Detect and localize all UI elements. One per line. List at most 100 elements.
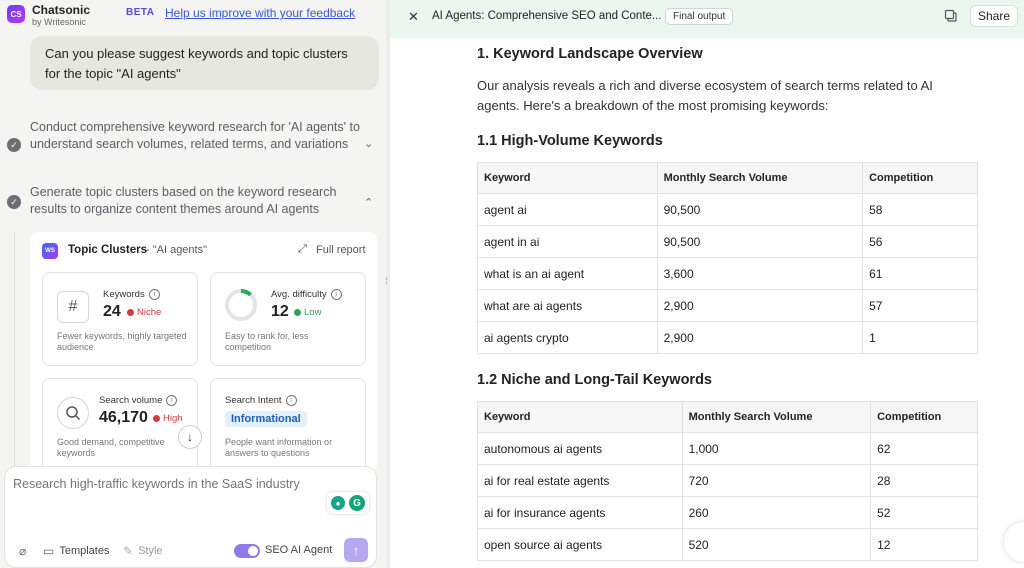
- table-cell: open source ai agents: [477, 528, 683, 561]
- chevron-up-icon[interactable]: ⌃: [364, 196, 373, 209]
- step-text: Generate topic clusters based on the key…: [30, 185, 337, 216]
- send-button[interactable]: ↑: [344, 538, 368, 562]
- chat-pane: CS Chatsonic by Writesonic BETA Help us …: [0, 0, 386, 568]
- column-header: Competition: [870, 401, 978, 433]
- column-header: Competition: [862, 162, 978, 194]
- metric-label: Keywords i: [103, 289, 160, 300]
- table-cell: 1,000: [681, 432, 872, 465]
- topic-clusters-title: Topic Clusters: [68, 244, 148, 256]
- prompt-input[interactable]: [13, 477, 333, 491]
- section-heading: 1.2 Niche and Long-Tail Keywords: [477, 372, 712, 388]
- info-icon[interactable]: i: [166, 395, 178, 406]
- close-icon[interactable]: ✕: [408, 9, 419, 25]
- section-heading: 1. Keyword Landscape Overview: [477, 46, 703, 62]
- grammarly-bulb-icon[interactable]: ●: [331, 496, 345, 510]
- table-cell: ai for insurance agents: [477, 496, 683, 529]
- metric-description: Good demand, competitive keywords: [57, 437, 165, 458]
- table-row: ai for insurance agents 260 52: [477, 496, 978, 529]
- app-name: Chatsonic: [32, 3, 91, 17]
- seo-agent-toggle[interactable]: [234, 544, 260, 558]
- folder-icon: ▭: [43, 544, 55, 558]
- metric-value: 12: [271, 303, 289, 320]
- table-header-row: Keyword Monthly Search Volume Competitio…: [477, 162, 978, 194]
- app-byline: by Writesonic: [32, 17, 86, 27]
- grammarly-widget[interactable]: ● G: [327, 492, 369, 514]
- table-row: what are ai agents 2,900 57: [477, 289, 978, 322]
- difficulty-gauge-icon: [225, 289, 257, 321]
- table-cell: 2,900: [656, 321, 864, 354]
- report-pane: ✕ AI Agents: Comprehensive SEO and Conte…: [390, 0, 1024, 568]
- feedback-link[interactable]: Help us improve with your feedback: [165, 6, 355, 20]
- table-row: ai agents crypto 2,900 1: [477, 321, 978, 354]
- full-report-link[interactable]: Full report: [316, 244, 366, 256]
- topic-clusters-card: WS Topic Clusters - "AI agents" ⤢ Full r…: [30, 232, 377, 472]
- high-volume-table: Keyword Monthly Search Volume Competitio…: [477, 162, 978, 354]
- chat-header: CS Chatsonic by Writesonic BETA Help us …: [0, 0, 386, 32]
- info-icon[interactable]: i: [285, 395, 297, 406]
- metric-badge: High: [153, 413, 183, 424]
- metric-label: Avg. difficulty i: [271, 289, 342, 300]
- step-connector: [14, 232, 15, 472]
- metric-description: Fewer keywords, highly targeted audience: [57, 331, 187, 352]
- table-cell: 28: [870, 464, 978, 497]
- info-icon[interactable]: i: [148, 289, 160, 300]
- report-header: ✕ AI Agents: Comprehensive SEO and Conte…: [390, 0, 1024, 38]
- table-row: open source ai agents 520 12: [477, 528, 978, 561]
- drag-handle-icon[interactable]: ⁞: [385, 276, 388, 286]
- style-button[interactable]: ✎ Style: [123, 544, 163, 558]
- table-cell: 61: [862, 257, 978, 290]
- chevron-down-icon[interactable]: ⌄: [364, 137, 373, 150]
- table-cell: what is an ai agent: [477, 257, 658, 290]
- writesonic-logo: WS: [42, 243, 58, 259]
- column-header: Monthly Search Volume: [681, 401, 872, 433]
- search-icon: [57, 397, 89, 429]
- niche-keywords-table: Keyword Monthly Search Volume Competitio…: [477, 401, 978, 561]
- seo-agent-label: SEO AI Agent: [265, 544, 333, 556]
- share-button[interactable]: Share: [970, 5, 1018, 27]
- brush-icon: ✎: [123, 544, 134, 558]
- attach-button[interactable]: ⌀: [19, 544, 31, 558]
- table-cell: 1: [862, 321, 978, 354]
- table-header-row: Keyword Monthly Search Volume Competitio…: [477, 401, 978, 433]
- intent-badge: Informational: [225, 411, 307, 427]
- check-icon: ✓: [7, 138, 21, 152]
- section-heading: 1.1 High-Volume Keywords: [477, 133, 663, 149]
- check-icon: ✓: [7, 195, 21, 209]
- copy-icon[interactable]: [944, 9, 958, 23]
- table-row: agent in ai 90,500 56: [477, 225, 978, 258]
- metric-difficulty: Avg. difficulty i 12 Low Easy to rank for…: [210, 272, 366, 366]
- table-cell: ai agents crypto: [477, 321, 658, 354]
- metric-label: Search Intent i: [225, 395, 297, 406]
- scroll-down-button[interactable]: ↓: [178, 425, 202, 449]
- grammarly-icon[interactable]: G: [349, 495, 365, 511]
- table-cell: 56: [862, 225, 978, 258]
- column-header: Monthly Search Volume: [656, 162, 864, 194]
- agent-step-1[interactable]: ✓ Conduct comprehensive keyword research…: [0, 119, 386, 171]
- table-cell: agent in ai: [477, 225, 658, 258]
- agent-step-2[interactable]: ✓ Generate topic clusters based on the k…: [0, 184, 386, 220]
- info-icon[interactable]: i: [330, 289, 342, 300]
- metric-value: 46,170: [99, 409, 148, 426]
- table-row: agent ai 90,500 58: [477, 193, 978, 226]
- table-row: what is an ai agent 3,600 61: [477, 257, 978, 290]
- user-message: Can you please suggest keywords and topi…: [30, 36, 379, 90]
- table-cell: 2,900: [656, 289, 864, 322]
- table-cell: 58: [862, 193, 978, 226]
- metric-search-volume: Search volume i 46,170 High Good demand, …: [42, 378, 198, 472]
- table-cell: 52: [870, 496, 978, 529]
- templates-button[interactable]: ▭ Templates: [43, 544, 109, 558]
- table-row: ai for real estate agents 720 28: [477, 464, 978, 497]
- table-cell: 90,500: [656, 193, 864, 226]
- table-row: autonomous ai agents 1,000 62: [477, 432, 978, 465]
- step-text: Conduct comprehensive keyword research f…: [30, 120, 360, 151]
- table-cell: 62: [870, 432, 978, 465]
- column-header: Keyword: [477, 162, 658, 194]
- table-cell: 3,600: [656, 257, 864, 290]
- chatsonic-logo[interactable]: CS: [7, 5, 25, 23]
- metric-value: 24: [103, 303, 121, 320]
- paperclip-icon: ⌀: [19, 544, 27, 558]
- metric-label: Search volume i: [99, 395, 178, 406]
- expand-icon[interactable]: ⤢: [298, 243, 307, 256]
- metric-description: People want information or answers to qu…: [225, 437, 333, 458]
- hash-icon: #: [57, 291, 89, 323]
